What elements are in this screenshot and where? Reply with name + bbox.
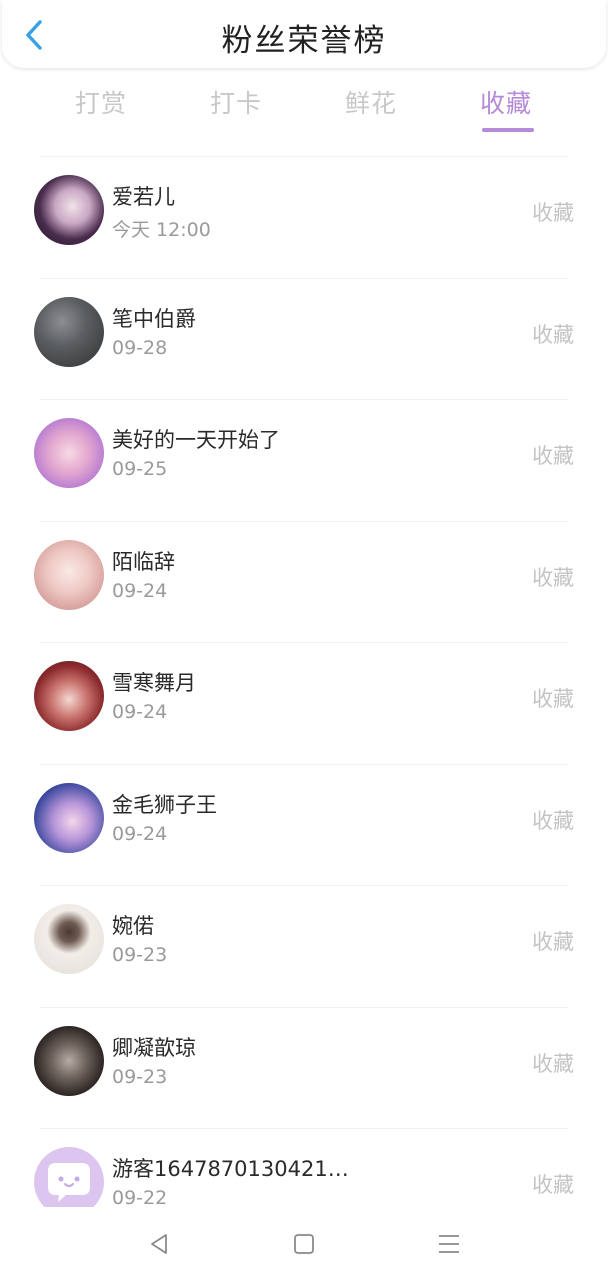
favorite-label: 收藏	[532, 322, 574, 347]
favorite-label: 收藏	[532, 930, 574, 954]
list-item[interactable]: 雪寒舞月 09-24 收藏	[0, 643, 608, 765]
user-name: 游客1647870130421…	[112, 1157, 349, 1181]
list-item[interactable]: 陌临辞 09-24 收藏	[0, 522, 608, 643]
page-title: 粉丝荣誉榜	[221, 23, 387, 59]
avatar[interactable]	[34, 175, 104, 245]
avatar[interactable]	[34, 418, 104, 488]
favorite-label: 收藏	[532, 1173, 574, 1197]
timestamp: 09-24	[112, 822, 168, 845]
tab-favorites-label: 收藏	[479, 89, 532, 118]
avatar[interactable]	[34, 782, 104, 853]
timestamp: 09-23	[112, 1065, 168, 1088]
list-item[interactable]: 笔中伯爵 09-28 收藏	[0, 279, 608, 400]
tab-flowers[interactable]: 鲜花	[331, 84, 411, 120]
tab-checkin[interactable]: 打卡	[196, 84, 276, 120]
user-name: 笔中伯爵	[112, 306, 196, 331]
user-name: 美好的一天开始了	[112, 428, 280, 452]
avatar[interactable]	[34, 661, 104, 731]
list-item[interactable]: 爱若儿 今天 12:00 收藏	[0, 157, 608, 279]
chat-bubble-icon	[48, 1163, 90, 1202]
fan-list: 爱若儿 今天 12:00 收藏 笔中伯爵 09-28 收藏 美好的一天开始了 0…	[0, 157, 608, 1207]
favorite-label: 收藏	[532, 808, 574, 833]
avatar[interactable]	[34, 904, 104, 974]
favorite-label: 收藏	[532, 565, 574, 590]
favorite-label: 收藏	[532, 1051, 574, 1076]
default-chat-avatar-icon[interactable]	[34, 1147, 104, 1207]
list-item[interactable]: 婉偌 09-23 收藏	[0, 886, 608, 1008]
timestamp: 09-24	[112, 701, 168, 723]
tab-tipping[interactable]: 打赏	[61, 84, 141, 120]
avatar[interactable]	[34, 296, 104, 367]
timestamp: 09-24	[112, 579, 168, 602]
avatar[interactable]	[34, 539, 104, 610]
tab-bar: 打赏 打卡 鲜花 收藏	[0, 84, 608, 140]
timestamp: 09-28	[112, 336, 168, 359]
list-item[interactable]: 游客1647870130421… 09-22 收藏	[0, 1129, 608, 1207]
list-item[interactable]: 美好的一天开始了 09-25 收藏	[0, 400, 608, 522]
square-home-icon	[294, 1234, 314, 1254]
timestamp: 09-23	[112, 944, 168, 966]
favorite-label: 收藏	[532, 201, 574, 225]
user-name: 卿凝歆琼	[112, 1035, 196, 1060]
nav-home-button[interactable]	[289, 1229, 319, 1259]
timestamp: 09-22	[112, 1187, 168, 1207]
user-name: 金毛狮子王	[112, 792, 217, 817]
nav-back-button[interactable]	[145, 1229, 175, 1259]
timestamp: 09-25	[112, 458, 168, 480]
tab-favorites[interactable]: 收藏	[466, 84, 546, 132]
top-bar: 粉丝荣誉榜	[2, 0, 606, 68]
favorite-label: 收藏	[532, 444, 574, 468]
avatar[interactable]	[34, 1025, 104, 1096]
user-name: 雪寒舞月	[112, 671, 196, 695]
timestamp: 今天 12:00	[112, 219, 211, 241]
favorite-label: 收藏	[532, 687, 574, 711]
list-item[interactable]: 金毛狮子王 09-24 收藏	[0, 765, 608, 886]
active-tab-indicator	[482, 128, 534, 132]
list-item[interactable]: 卿凝歆琼 09-23 收藏	[0, 1008, 608, 1129]
user-name: 婉偌	[112, 914, 154, 938]
user-name: 陌临辞	[112, 549, 175, 574]
hamburger-menu-icon	[439, 1235, 459, 1253]
user-name: 爱若儿	[112, 185, 175, 209]
nav-menu-button[interactable]	[434, 1229, 464, 1259]
system-nav-bar	[0, 1207, 608, 1280]
triangle-back-icon	[151, 1234, 167, 1254]
